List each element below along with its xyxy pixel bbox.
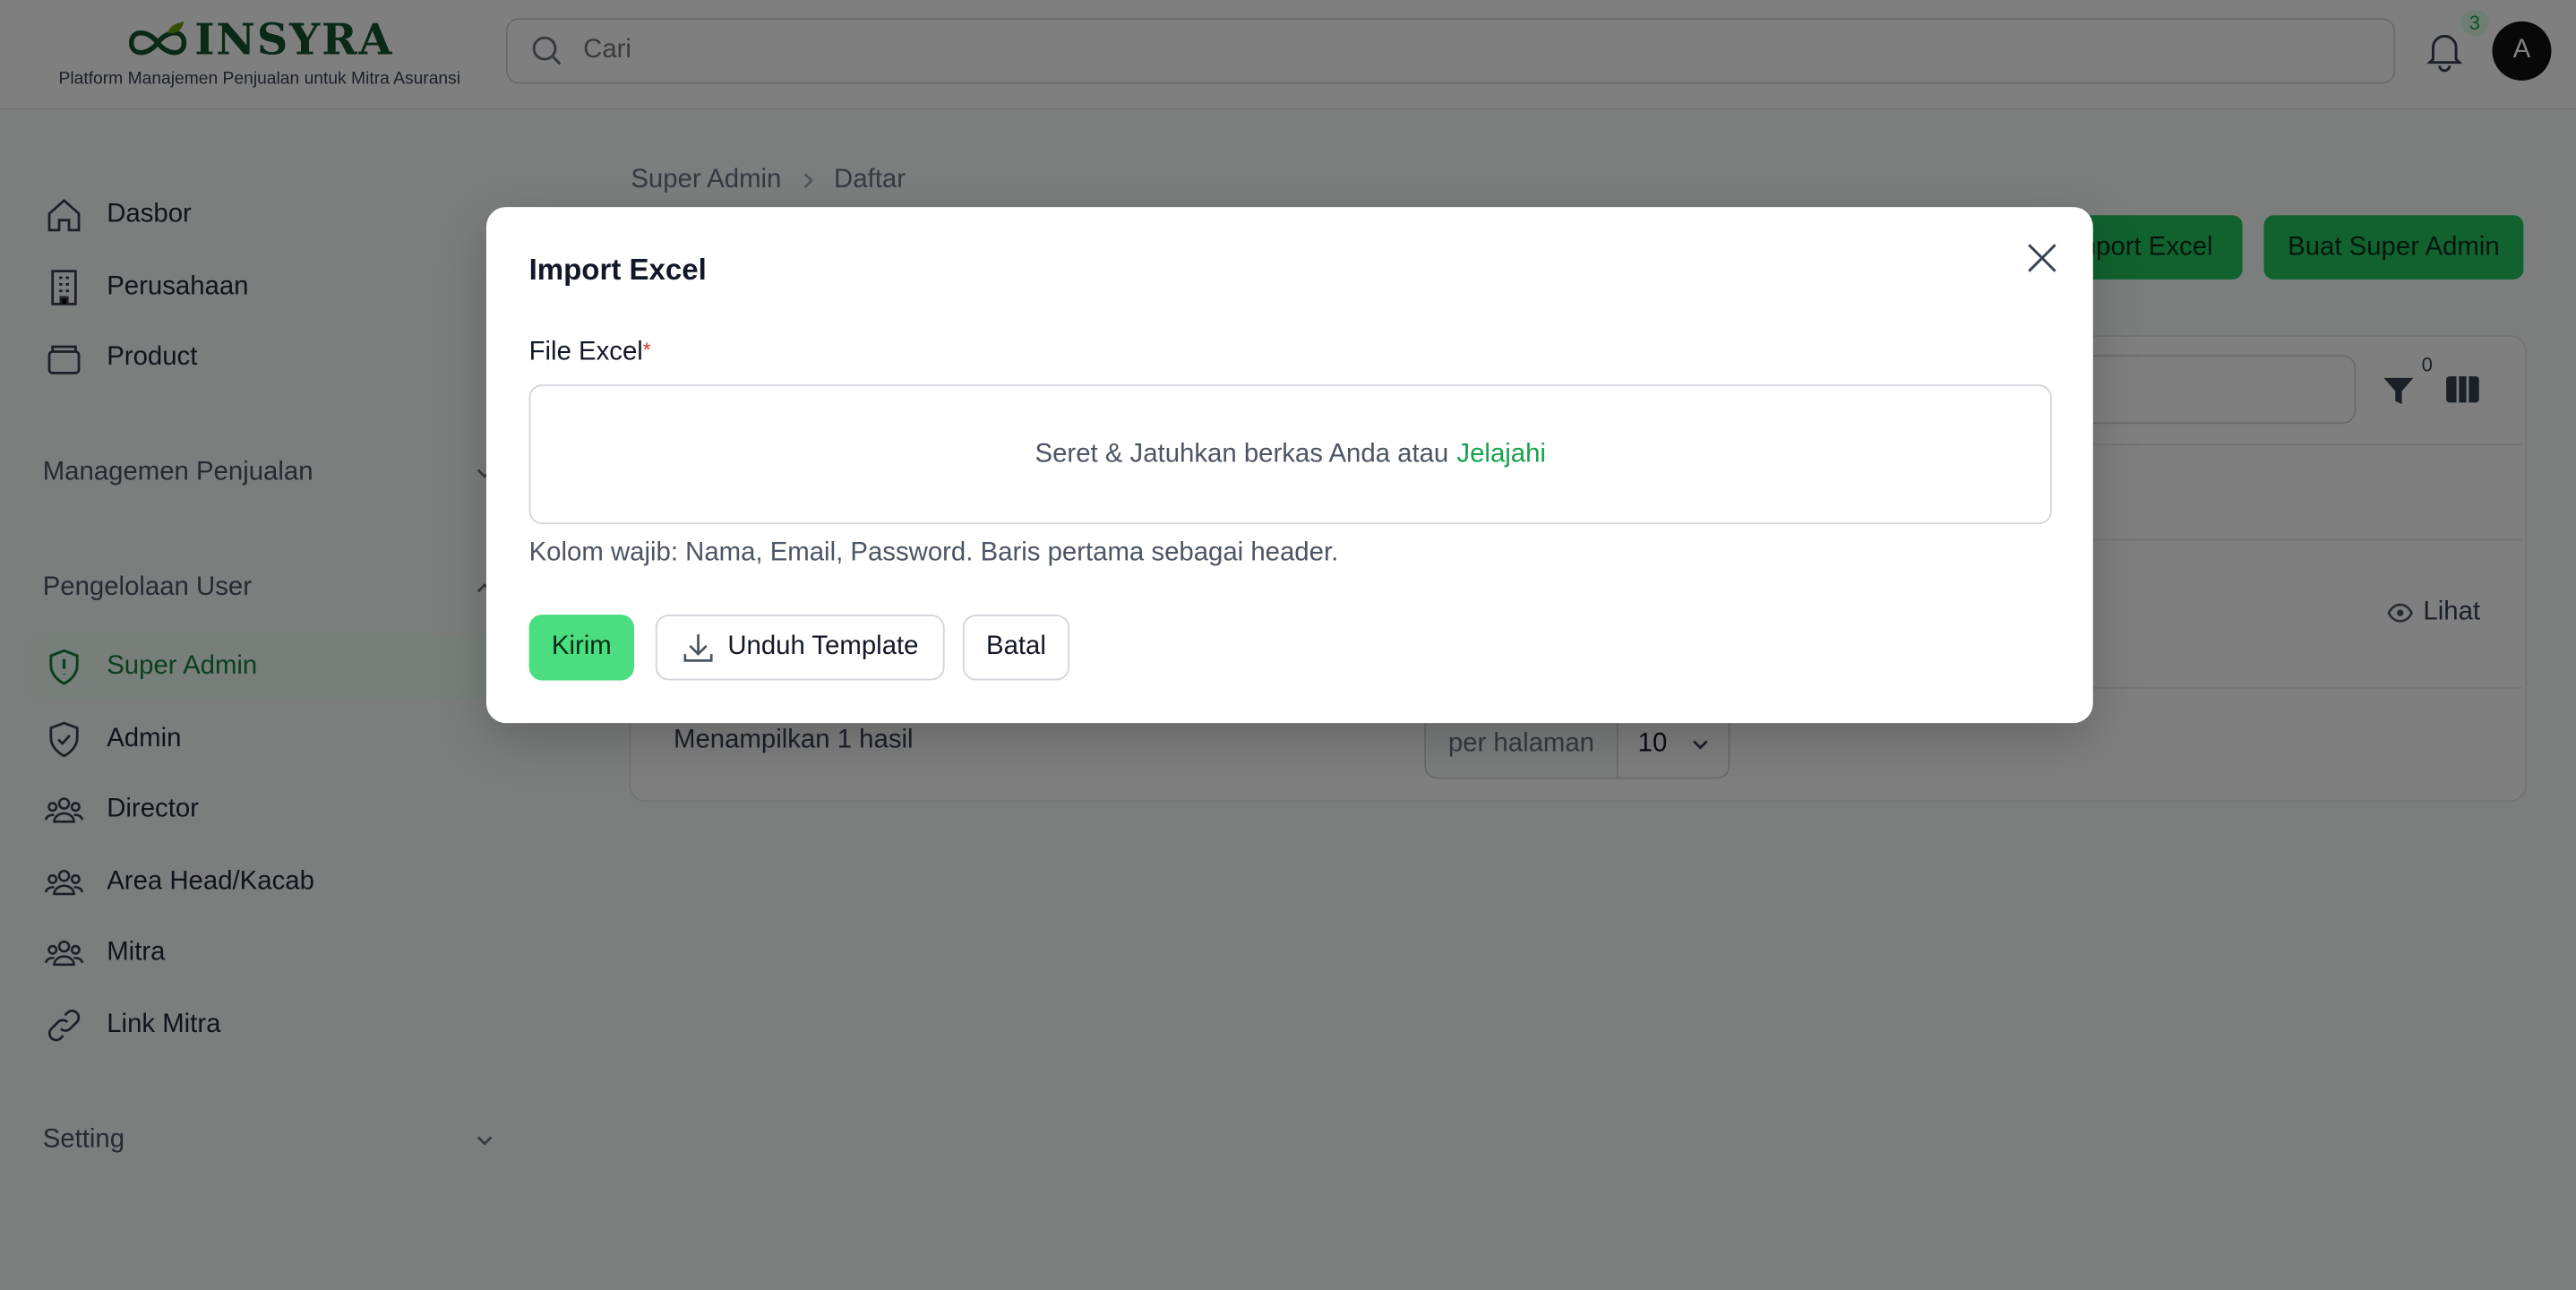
download-template-label: Unduh Template [727, 632, 919, 661]
field-label-text: File Excel [528, 338, 643, 367]
required-mark: * [642, 338, 651, 362]
field-hint: Kolom wajib: Nama, Email, Password. Bari… [528, 538, 1339, 567]
modal-title: Import Excel [528, 253, 707, 287]
file-dropzone[interactable]: Seret & Jatuhkan berkas Anda atau Jelaja… [528, 384, 2052, 525]
close-icon[interactable] [2024, 240, 2060, 276]
file-excel-label: File Excel* [529, 339, 651, 368]
cancel-button[interactable]: Batal [962, 615, 1070, 681]
browse-link[interactable]: Jelajahi [1456, 440, 1546, 469]
import-excel-modal: Import Excel File Excel* Seret & Jatuhka… [485, 207, 2093, 724]
submit-button[interactable]: Kirim [528, 615, 634, 681]
download-template-button[interactable]: Unduh Template [655, 615, 945, 681]
dropzone-text: Seret & Jatuhkan berkas Anda atau [1035, 439, 1449, 468]
download-icon [683, 634, 713, 662]
